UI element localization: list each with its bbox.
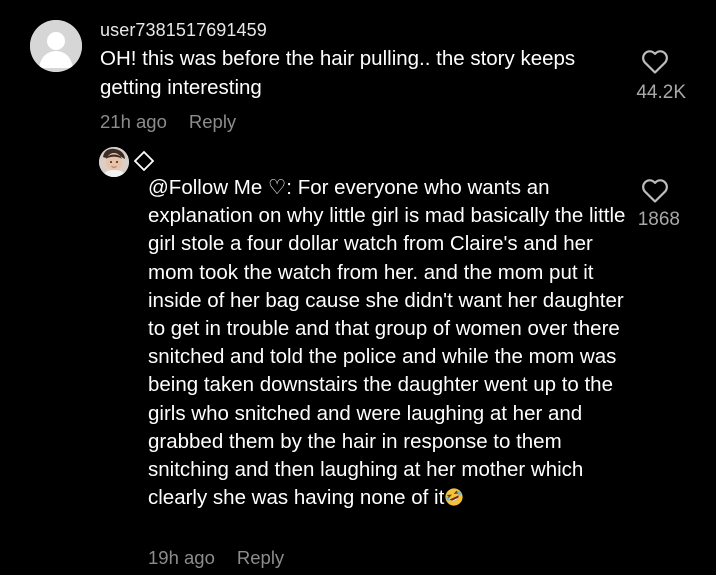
- reply-meta: 19h ago Reply: [148, 547, 284, 569]
- comment-item: user7381517691459 OH! this was before th…: [0, 0, 716, 140]
- reply-button[interactable]: Reply: [237, 547, 284, 568]
- mention-link[interactable]: @Follow Me ♡: [148, 176, 286, 199]
- diamond-icon: [133, 150, 155, 172]
- avatar[interactable]: [99, 147, 129, 177]
- default-avatar-icon[interactable]: [30, 20, 82, 72]
- reply-body: : For everyone who wants an explanation …: [148, 176, 626, 510]
- reply-timestamp: 19h ago: [148, 547, 215, 568]
- reply-text: @Follow Me ♡: For everyone who wants an …: [148, 174, 626, 512]
- like-count: 1868: [637, 209, 680, 230]
- comment-meta: 21h ago Reply: [100, 111, 236, 133]
- heart-icon[interactable]: [641, 49, 669, 75]
- rolling-on-floor-laughing-emoji-icon: [445, 488, 463, 506]
- like-count: 44.2K: [636, 82, 686, 103]
- reply-item: @Follow Me ♡: For everyone who wants an …: [0, 140, 716, 575]
- heart-icon[interactable]: [641, 178, 669, 204]
- comment-text: OH! this was before the hair pulling.. t…: [100, 47, 576, 99]
- comment-username[interactable]: user7381517691459: [100, 20, 267, 41]
- comment-timestamp: 21h ago: [100, 111, 167, 132]
- reply-button[interactable]: Reply: [189, 111, 236, 132]
